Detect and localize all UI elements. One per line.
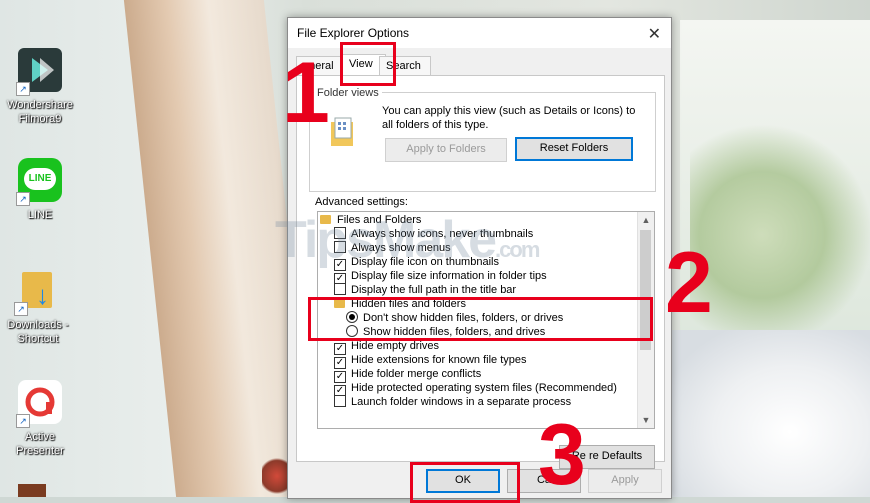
- apply-button[interactable]: Apply: [588, 469, 662, 493]
- tree-option-display-file-size[interactable]: ✓ Display file size information in folder…: [334, 269, 547, 285]
- shortcut-arrow-icon: ↗: [16, 414, 30, 428]
- downloads-shortcut-icon: ↓ ↗: [14, 268, 60, 316]
- annotation-number-1: 1: [282, 45, 330, 141]
- annotation-number-2: 2: [665, 235, 713, 331]
- annotation-number-3: 3: [538, 407, 586, 503]
- scroll-up-icon[interactable]: ▲: [638, 212, 654, 228]
- tree-option-hide-merge-conflicts[interactable]: ✓ Hide folder merge conflicts: [334, 367, 481, 383]
- desktop-icon-downloads[interactable]: ↓ ↗ Downloads - Shortcut: [0, 268, 76, 346]
- desktop-icon-active-presenter[interactable]: ↗ Active Presenter: [2, 380, 78, 458]
- annotation-box-hidden-files: [308, 297, 653, 341]
- dialog-title: File Explorer Options: [297, 26, 410, 40]
- reset-folders-button[interactable]: Reset Folders: [515, 137, 633, 161]
- desktop-icon-label: Downloads - Shortcut: [7, 319, 69, 345]
- checkbox-icon[interactable]: [334, 283, 346, 295]
- desktop-icon-label: Wondershare Filmora9: [7, 99, 73, 125]
- annotation-box-view-tab: [340, 42, 396, 86]
- tree-option-hide-extensions[interactable]: ✓ Hide extensions for known file types: [334, 353, 526, 369]
- tree-option-hide-empty-drives[interactable]: ✓ Hide empty drives: [334, 339, 439, 355]
- shortcut-arrow-icon: ↗: [16, 192, 30, 206]
- desktop-icon-label: Active Presenter: [16, 431, 64, 457]
- taskbar-app-icon: [18, 484, 46, 497]
- advanced-settings-label: Advanced settings:: [315, 196, 408, 208]
- shortcut-arrow-icon: ↗: [16, 82, 30, 96]
- tree-option-launch-separate-process[interactable]: Launch folder windows in a separate proc…: [334, 395, 571, 409]
- folder-views-description: You can apply this view (such as Details…: [382, 105, 636, 131]
- checkbox-icon[interactable]: [334, 395, 346, 407]
- desktop-icon-label: LINE: [27, 209, 53, 221]
- background-plant: [690, 120, 870, 350]
- desktop-icon-line[interactable]: LINE ↗ LINE: [2, 158, 78, 222]
- watermark: TipsMake.com: [275, 211, 540, 269]
- active-presenter-icon: ↗: [16, 380, 62, 428]
- line-app-icon: LINE ↗: [16, 158, 62, 206]
- close-icon[interactable]: ✕: [648, 24, 661, 44]
- scroll-down-icon[interactable]: ▼: [638, 412, 654, 428]
- folder-views-icon: [329, 116, 355, 148]
- background-figure: [670, 330, 870, 497]
- shortcut-arrow-icon: ↗: [14, 302, 28, 316]
- filmora-icon: ↗: [16, 48, 62, 96]
- apply-to-folders-button[interactable]: Apply to Folders: [385, 138, 507, 162]
- tree-option-display-full-path[interactable]: Display the full path in the title bar: [334, 283, 516, 297]
- desktop-icon-filmora[interactable]: ↗ Wondershare Filmora9: [2, 48, 78, 126]
- tree-option-hide-protected-files[interactable]: ✓ Hide protected operating system files (…: [334, 381, 617, 397]
